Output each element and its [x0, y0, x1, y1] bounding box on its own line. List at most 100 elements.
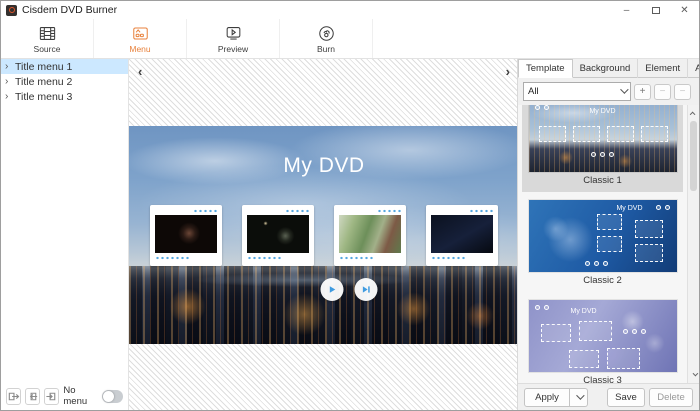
template-thumbnail: My DVD	[529, 105, 677, 172]
play-button[interactable]	[321, 278, 344, 301]
add-template-button[interactable]: +	[634, 84, 651, 100]
ornament-dots	[469, 209, 493, 213]
maximize-button[interactable]	[641, 1, 670, 19]
video-still	[155, 215, 217, 253]
video-still	[247, 215, 309, 253]
ornament-dots	[285, 209, 309, 213]
sidebar-footer: No menu	[1, 382, 128, 410]
maximize-icon	[652, 7, 660, 14]
filter-selected-value: All	[528, 86, 539, 97]
burn-disc-icon	[317, 24, 336, 43]
scroll-up-arrow[interactable]	[688, 107, 699, 119]
expand-chevron-icon[interactable]: ›	[5, 76, 15, 87]
ornament-dots	[193, 209, 217, 213]
ornament-dots	[247, 256, 283, 260]
no-menu-toggle[interactable]	[102, 390, 123, 403]
video-thumbnail-4[interactable]	[426, 205, 498, 266]
template-list: My DVD Classic 1 My DVD	[518, 105, 699, 383]
move-in-left-button[interactable]	[25, 388, 40, 405]
video-thumbnail-2[interactable]	[242, 205, 314, 266]
chevron-down-icon	[576, 391, 584, 399]
dvd-menu-title[interactable]: My DVD	[129, 154, 519, 178]
apply-dropdown-button[interactable]	[570, 388, 588, 407]
template-filter-select[interactable]: All	[523, 82, 631, 101]
ornament-dots	[377, 209, 401, 213]
window-controls: – ✕	[612, 1, 699, 19]
expand-chevron-icon[interactable]: ›	[5, 61, 15, 72]
app-logo-icon	[6, 5, 17, 16]
tab-burn-label: Burn	[317, 44, 335, 54]
menu-playback-controls	[321, 278, 378, 301]
overscan-area-top: ‹ ›	[129, 59, 519, 126]
ornament-dots	[155, 256, 191, 260]
chevron-down-icon	[620, 86, 626, 97]
sidebar-item-title-menu-2[interactable]: › Title menu 2	[1, 74, 128, 89]
video-thumbnail-1[interactable]	[150, 205, 222, 266]
close-button[interactable]: ✕	[670, 1, 699, 19]
scrollbar-thumb[interactable]	[690, 121, 697, 191]
template-name: Classic 1	[527, 175, 678, 187]
no-menu-label: No menu	[63, 385, 93, 407]
template-item-classic-3[interactable]: My DVD Classic 3	[522, 295, 683, 383]
template-thumbnail: My DVD	[529, 300, 677, 372]
next-page-arrow[interactable]: ›	[506, 65, 510, 78]
overscan-area-bottom	[129, 344, 519, 410]
scroll-down-arrow[interactable]	[688, 369, 699, 381]
delete-button[interactable]: Delete	[649, 388, 693, 407]
template-list-scrollbar[interactable]	[687, 105, 699, 383]
titlebar: Cisdem DVD Burner – ✕	[1, 1, 699, 19]
skip-next-icon	[361, 284, 372, 295]
sidebar-item-label: Title menu 2	[15, 76, 72, 88]
tab-menu-label: Menu	[129, 44, 150, 54]
tab-audio[interactable]: Audio	[688, 59, 700, 78]
minimize-button[interactable]: –	[612, 1, 641, 19]
move-out-button[interactable]	[6, 388, 21, 405]
sidebar-item-label: Title menu 3	[15, 91, 72, 103]
toggle-knob	[103, 391, 114, 402]
menu-editor-canvas: ‹ › My DVD	[129, 59, 519, 410]
mini-menu-title: My DVD	[616, 205, 642, 212]
preview-monitor-play-icon	[224, 24, 243, 43]
panel-tabs: Template Background Element Audio	[518, 59, 699, 78]
ornament-dots	[431, 256, 467, 260]
remove-template-button[interactable]: −	[654, 84, 671, 100]
dvd-menu-preview[interactable]: My DVD	[129, 126, 519, 344]
move-in-right-button[interactable]	[44, 388, 59, 405]
ornament-dots	[339, 256, 375, 260]
template-filter-row: All + − −	[518, 78, 699, 105]
template-item-classic-1[interactable]: My DVD Classic 1	[522, 105, 683, 192]
tab-burn[interactable]: Burn	[280, 19, 373, 58]
video-thumbnail-3[interactable]	[334, 205, 406, 266]
video-still	[339, 215, 401, 253]
arrow-in-right-icon	[45, 390, 58, 403]
main-toolbar: Source Menu Preview	[1, 19, 699, 59]
prev-page-arrow[interactable]: ‹	[138, 65, 142, 78]
save-button[interactable]: Save	[607, 388, 645, 407]
tab-menu[interactable]: Menu	[94, 19, 187, 58]
tab-source[interactable]: Source	[1, 19, 94, 58]
video-still	[431, 215, 493, 253]
video-thumbnail-row	[129, 205, 519, 266]
sidebar-item-title-menu-1[interactable]: › Title menu 1	[1, 59, 128, 74]
tab-source-label: Source	[34, 44, 61, 54]
panel-footer: Apply Save Delete	[518, 383, 699, 410]
apply-button[interactable]: Apply	[524, 388, 570, 407]
template-thumbnail: My DVD	[529, 200, 677, 272]
template-name: Classic 2	[527, 275, 678, 287]
title-menu-sidebar: › Title menu 1 › Title menu 2 › Title me…	[1, 59, 129, 410]
sidebar-item-title-menu-3[interactable]: › Title menu 3	[1, 89, 128, 104]
expand-chevron-icon[interactable]: ›	[5, 91, 15, 102]
sidebar-item-label: Title menu 1	[15, 61, 72, 73]
arrow-in-left-icon	[26, 390, 39, 403]
mini-menu-title: My DVD	[529, 108, 677, 115]
tab-background[interactable]: Background	[573, 59, 639, 78]
next-button[interactable]	[355, 278, 378, 301]
window-title: Cisdem DVD Burner	[22, 4, 117, 16]
tab-preview[interactable]: Preview	[187, 19, 280, 58]
remove-template-button-2[interactable]: −	[674, 84, 691, 100]
film-strip-icon	[38, 24, 57, 43]
template-item-classic-2[interactable]: My DVD Classic 2	[522, 195, 683, 292]
tab-template[interactable]: Template	[518, 59, 573, 78]
menu-layout-icon	[131, 24, 150, 43]
tab-element[interactable]: Element	[638, 59, 688, 78]
